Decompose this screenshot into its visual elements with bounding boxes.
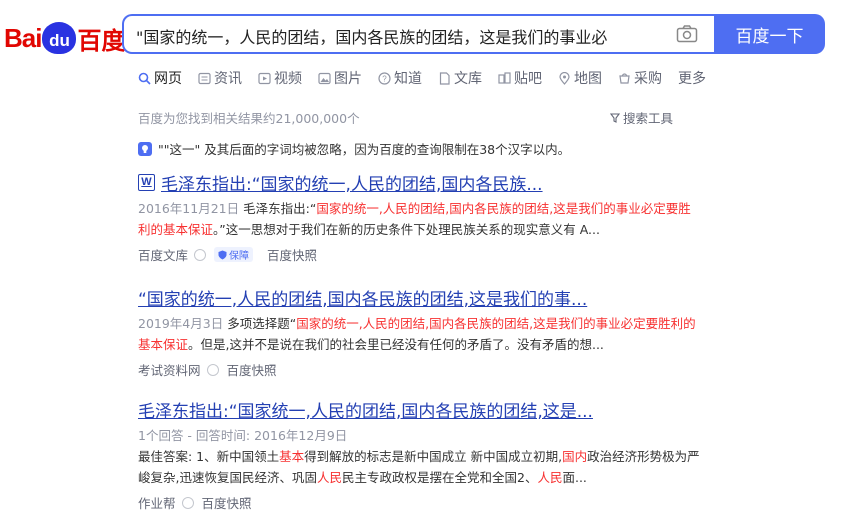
baidu-logo[interactable]: Bai du 百度 [4,18,125,58]
tieba-icon [498,71,511,85]
result-title-link[interactable]: 毛泽东指出:“国家统一,人民的团结,国内各民族的团结,这是... [138,397,718,422]
tab-label: 地图 [574,71,602,87]
search-tabs: 网页 资讯 视频 图片 ? 知道 文库 贴吧 地图 采购 更多 [138,66,722,90]
search-result: W 毛泽东指出:“国家的统一,人民的团结,国内各民族... 2016年11月21… [138,170,718,264]
logo-paw-icon: du [42,22,77,54]
search-result: 毛泽东指出:“国家统一,人民的团结,国内各民族的团结,这是... 1个回答 - … [138,397,718,512]
logo-text-du: du [49,31,70,50]
abstract-highlight: 人民 [537,470,563,485]
filter-icon [610,112,620,123]
abstract-text: 。但是,这并不是说在我们的社会里已经没有任何的矛盾了。没有矛盾的想... [188,337,604,352]
abstract-text: 最佳答案: 1、新中国领土 [138,449,280,464]
abstract-highlight: 国内 [562,449,588,464]
result-source[interactable]: 考试资料网 [138,360,201,379]
source-info-icon[interactable] [206,363,219,376]
tab-label: 视频 [274,71,302,87]
abstract-highlight: 基本 [279,449,305,464]
result-title-text[interactable]: 毛泽东指出:“国家统一,人民的团结,国内各民族的团结,这是... [138,397,593,422]
tab-label: 网页 [154,71,182,87]
badge-label: 保障 [229,251,250,262]
result-date: 2016年11月21日 [138,201,240,216]
abstract-text: 多项选择题“ [227,316,297,331]
search-tools-label: 搜索工具 [623,111,674,126]
cache-link[interactable]: 百度快照 [227,360,277,379]
abstract-text: 毛泽东指出:“ [243,201,317,216]
wenku-word-icon: W [138,173,155,191]
tab-label: 采购 [634,71,662,87]
result-source[interactable]: 作业帮 [138,493,176,512]
result-count: 百度为您找到相关结果约21,000,000个 [138,111,360,126]
tab-purchase[interactable]: 采购 [618,68,662,88]
logo-text-bai: Bai [4,22,42,53]
tab-label: 更多 [678,71,706,87]
news-icon [198,72,211,85]
abstract-text: 得到解放的标志是新中国成立 新中国成立初期, [304,449,563,464]
search-tools-button[interactable]: 搜索工具 [610,108,673,127]
tab-map[interactable]: 地图 [558,68,602,88]
source-info-icon[interactable] [181,496,194,509]
result-abstract: 2016年11月21日 毛泽东指出:“国家的统一,人民的团结,国内各民族的团结,这… [138,198,703,240]
search-result: “国家的统一,人民的团结,国内各民族的团结,这是我们的事... 2019年4月3… [138,285,718,379]
tab-label: 资讯 [214,71,242,87]
result-title-text[interactable]: “国家的统一,人民的团结,国内各民族的团结,这是我们的事... [138,285,587,310]
abstract-highlight: 人民 [316,470,342,485]
result-source-row: 作业帮 百度快照 [138,493,718,512]
tab-video[interactable]: 视频 [258,68,302,88]
search-icon [138,72,151,85]
guarantee-badge[interactable]: 保障 [214,247,254,262]
source-info-icon[interactable] [194,248,207,261]
tab-label: 文库 [454,71,482,87]
cart-icon [618,72,631,85]
map-icon [558,71,571,85]
search-input[interactable]: "国家的统一，人民的团结，国内各民族的团结，这是我们的事业必 [136,24,636,46]
notice-text: ""这一" 及其后面的字词均被忽略，因为百度的查询限制在38个汉字以内。 [158,142,571,157]
result-source-row: 百度文库 保障 百度快照 [138,245,718,264]
result-date: 2019年4月3日 [138,316,224,331]
tab-label: 图片 [334,71,362,87]
search-box[interactable]: "国家的统一，人民的团结，国内各民族的团结，这是我们的事业必 [122,14,716,54]
abstract-text: 。”这一思想对于我们在新的历史条件下处理民族关系的现实意义有 A... [213,222,600,237]
tab-tieba[interactable]: 贴吧 [498,68,542,88]
result-title-text[interactable]: 毛泽东指出:“国家的统一,人民的团结,国内各民族... [161,170,543,195]
result-abstract: 2019年4月3日 多项选择题“国家的统一,人民的团结,国内各民族的团结,这是我们… [138,313,703,355]
tab-more[interactable]: 更多 [678,68,706,88]
video-icon [258,72,271,85]
tab-image[interactable]: 图片 [318,68,362,88]
result-source-row: 考试资料网 百度快照 [138,360,718,379]
tab-wenku[interactable]: 文库 [438,68,482,88]
cache-link[interactable]: 百度快照 [202,493,252,512]
cache-link[interactable]: 百度快照 [267,245,317,264]
shield-icon [218,250,227,259]
question-icon: ? [378,71,391,85]
result-abstract: 最佳答案: 1、新中国领土基本得到解放的标志是新中国成立 新中国成立初期,国内政… [138,446,703,488]
abstract-text: 民主专政政权是摆在全党和全国2、 [342,470,538,485]
query-limit-notice: ""这一" 及其后面的字词均被忽略，因为百度的查询限制在38个汉字以内。 [138,139,570,158]
result-title-link[interactable]: “国家的统一,人民的团结,国内各民族的团结,这是我们的事... [138,285,718,310]
svg-text:?: ? [382,74,387,83]
document-icon [438,71,451,85]
tab-label: 知道 [394,71,422,87]
image-icon [318,72,331,85]
result-meta: 1个回答 - 回答时间: 2016年12月9日 [138,428,348,443]
info-icon [138,141,152,156]
logo-text-baidu: 百度 [77,26,126,55]
tab-zhidao[interactable]: ? 知道 [378,68,422,88]
camera-icon[interactable] [676,24,698,44]
result-title-link[interactable]: W 毛泽东指出:“国家的统一,人民的团结,国内各民族... [138,170,718,195]
result-source[interactable]: 百度文库 [138,245,188,264]
tab-web[interactable]: 网页 [138,68,182,88]
search-button[interactable]: 百度一下 [714,14,825,54]
abstract-text: 面... [562,470,587,485]
tab-label: 贴吧 [514,71,542,87]
tab-news[interactable]: 资讯 [198,68,242,88]
